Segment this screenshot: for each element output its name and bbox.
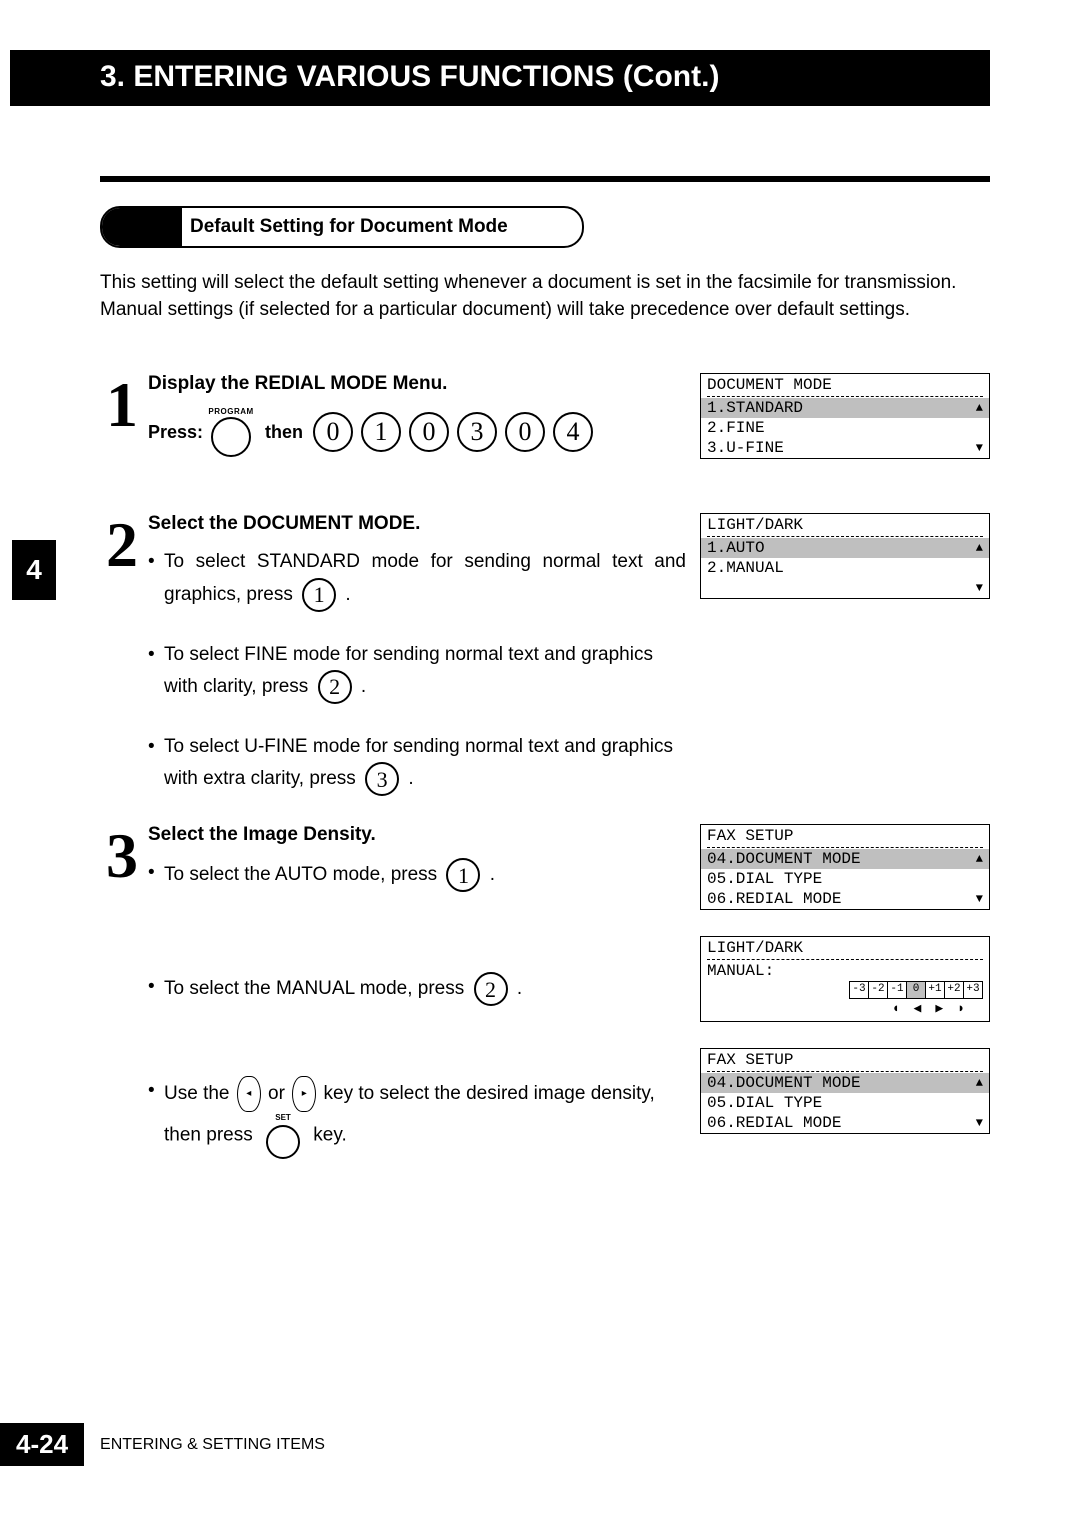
left-half-icon: ◖	[892, 1001, 900, 1017]
bullet-text: To select the AUTO mode, press	[164, 864, 437, 885]
then-label: then	[265, 422, 303, 443]
step-number-1: 1	[100, 379, 144, 430]
lcd-title: FAX SETUP	[701, 1049, 989, 1070]
down-arrow-icon: ▼	[976, 1116, 983, 1131]
lcd-light-dark: LIGHT/DARK 1.AUTO ▲ 2.MANUAL ▼	[700, 513, 990, 599]
step3-heading: Select the Image Density.	[148, 824, 686, 846]
lcd-document-mode: DOCUMENT MODE 1.STANDARD ▲ 2.FINE 3.U-FIN…	[700, 373, 990, 459]
down-arrow-icon: ▼	[976, 581, 983, 596]
left-arrow-icon: ◀	[914, 1001, 922, 1017]
step-number-2: 2	[100, 519, 144, 570]
lcd-row: 1.STANDARD	[707, 398, 803, 418]
scale-cell: +1	[926, 982, 945, 998]
lcd-title: DOCUMENT MODE	[701, 374, 989, 395]
section-capsule: Default Setting for Document Mode	[100, 206, 584, 248]
right-nav-key-icon	[292, 1076, 316, 1112]
digit-key-icon: 1	[446, 858, 480, 892]
up-arrow-icon: ▲	[976, 541, 983, 556]
program-key-icon	[211, 417, 251, 457]
list-item: To select U-FINE mode for sending normal…	[148, 732, 686, 796]
lcd-row: 05.DIAL TYPE	[707, 1093, 822, 1113]
press-label: Press:	[148, 422, 203, 443]
lcd-title: LIGHT/DARK	[701, 937, 989, 958]
bullet-text: To select U-FINE mode for sending normal…	[164, 736, 673, 789]
digit-key: 1	[361, 412, 401, 452]
up-arrow-icon: ▲	[976, 401, 983, 416]
lcd-row: MANUAL:	[707, 961, 774, 981]
footer-section: ENTERING & SETTING ITEMS	[100, 1436, 325, 1454]
lcd-row: 1.AUTO	[707, 538, 765, 558]
digit-key-icon: 2	[318, 670, 352, 704]
step1-heading: Display the REDIAL MODE Menu.	[148, 373, 686, 395]
up-arrow-icon: ▲	[976, 1076, 983, 1091]
step-number-3: 3	[100, 830, 144, 881]
program-key-label: PROGRAM	[208, 407, 253, 416]
lcd-row: 3.U-FINE	[707, 438, 784, 458]
side-chapter-tab: 4	[12, 540, 56, 600]
lcd-title: FAX SETUP	[701, 825, 989, 846]
lcd-fax-setup: FAX SETUP 04.DOCUMENT MODE ▲ 05.DIAL TYPE…	[700, 824, 990, 910]
scale-cell-selected: 0	[907, 982, 926, 998]
bullet-text: Use the	[164, 1083, 229, 1104]
density-scale: -3 -2 -1 0 +1 +2 +3	[849, 981, 983, 999]
digit-key-icon: 3	[365, 762, 399, 796]
section-rule	[100, 176, 990, 182]
list-item: To select FINE mode for sending normal t…	[148, 640, 686, 704]
list-item: To select the MANUAL mode, press 2 .	[148, 972, 686, 1006]
digit-key: 4	[553, 412, 593, 452]
lcd-row: 06.REDIAL MODE	[707, 1113, 841, 1133]
bullet-text: To select FINE mode for sending normal t…	[164, 644, 653, 697]
scale-cell: +3	[964, 982, 982, 998]
lcd-title: LIGHT/DARK	[701, 514, 989, 535]
scale-cell: -3	[850, 982, 869, 998]
scale-cell: +2	[945, 982, 964, 998]
bullet-text: key.	[313, 1125, 346, 1146]
lcd-row: 06.REDIAL MODE	[707, 889, 841, 909]
lcd-row: 04.DOCUMENT MODE	[707, 1073, 861, 1093]
lcd-row: 2.FINE	[707, 418, 765, 438]
bullet-text: To select STANDARD mode for sending norm…	[164, 551, 686, 604]
page-footer: 4-24 ENTERING & SETTING ITEMS	[0, 1423, 325, 1466]
left-nav-key-icon	[237, 1076, 261, 1112]
or-label: or	[268, 1083, 285, 1104]
scale-cell: -2	[869, 982, 888, 998]
right-arrow-icon: ▶	[935, 1001, 943, 1017]
capsule-label: Default Setting for Document Mode	[182, 216, 508, 238]
lcd-row: 2.MANUAL	[707, 558, 784, 578]
list-item: Use the or key to select the desired ima…	[148, 1076, 686, 1159]
set-key-label: SET	[275, 1112, 291, 1125]
digit-key: 0	[313, 412, 353, 452]
digit-key: 0	[409, 412, 449, 452]
bullet-text: To select the MANUAL mode, press	[164, 978, 464, 999]
lcd-manual-density: LIGHT/DARK MANUAL: -3 -2 -1 0 +1 +2 +3	[700, 936, 990, 1022]
lcd-row: 05.DIAL TYPE	[707, 869, 822, 889]
down-arrow-icon: ▼	[976, 892, 983, 907]
lcd-fax-setup-2: FAX SETUP 04.DOCUMENT MODE ▲ 05.DIAL TYPE…	[700, 1048, 990, 1134]
up-arrow-icon: ▲	[976, 852, 983, 867]
down-arrow-icon: ▼	[976, 441, 983, 456]
list-item: To select the AUTO mode, press 1 .	[148, 858, 686, 892]
right-half-icon: ◗	[957, 1001, 965, 1017]
chapter-title: 3. ENTERING VARIOUS FUNCTIONS (Cont.)	[10, 50, 990, 106]
step2-heading: Select the DOCUMENT MODE.	[148, 513, 686, 535]
digit-key: 0	[505, 412, 545, 452]
lcd-row: 04.DOCUMENT MODE	[707, 849, 861, 869]
slider-indicator: ◖ ◀ ▶ ◗	[701, 999, 989, 1021]
scale-cell: -1	[888, 982, 907, 998]
digit-key-icon: 1	[302, 578, 336, 612]
digit-key: 3	[457, 412, 497, 452]
intro-paragraph: This setting will select the default set…	[100, 270, 990, 323]
page-number: 4-24	[0, 1423, 84, 1466]
set-key-icon	[266, 1125, 300, 1159]
list-item: To select STANDARD mode for sending norm…	[148, 547, 686, 611]
digit-key-icon: 2	[474, 972, 508, 1006]
